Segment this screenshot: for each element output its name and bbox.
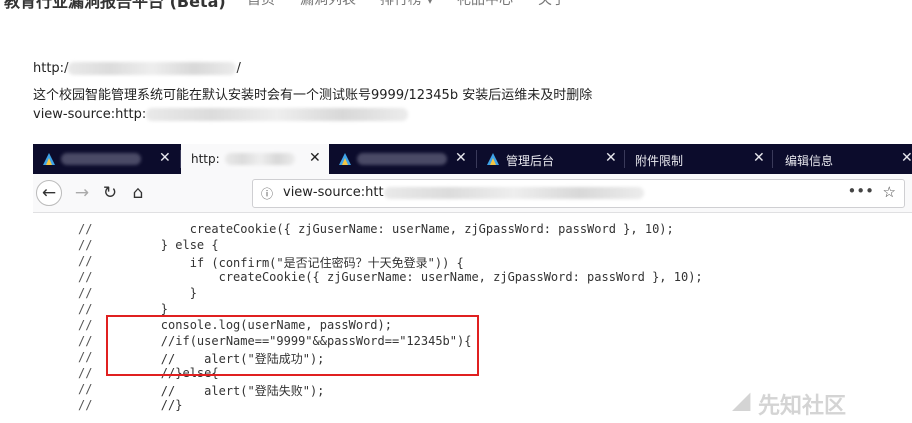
app-logo-icon [42, 152, 56, 169]
tab-2[interactable]: http: ✕ [181, 144, 329, 174]
tab-attachment-limit[interactable]: 附件限制 ✕ [625, 144, 773, 174]
tab-label: 附件限制 [635, 154, 684, 168]
tab-bar: ✕ http: ✕ ✕ 管理后台 ✕ 附件限制 ✕ 编辑信息 ✕ [33, 144, 912, 174]
redacted-blur [61, 153, 141, 165]
tab-edit-info[interactable]: 编辑信息 ✕ [773, 144, 912, 174]
info-icon[interactable]: ⓘ [261, 185, 273, 202]
app-logo-icon [338, 152, 352, 169]
tab-3[interactable]: ✕ [329, 144, 477, 174]
home-icon[interactable]: ⌂ [125, 180, 151, 206]
comment-gutter: // [78, 222, 93, 236]
tab-admin[interactable]: 管理后台 ✕ [477, 144, 625, 174]
browser-toolbar: ← → ↻ ⌂ ⓘ view-source:htt ••• ☆ [33, 174, 912, 213]
page-actions-icon[interactable]: ••• [847, 182, 874, 200]
report-description: 这个校园智能管理系统可能在默认安装时会有一个测试账号9999/12345b 安装… [33, 88, 593, 103]
redacted-blur [68, 62, 237, 75]
url-bar[interactable]: ⓘ view-source:htt ••• ☆ [252, 179, 905, 208]
comment-gutter: // [78, 366, 93, 380]
comment-gutter: // [78, 270, 93, 284]
site-navbar: 教育行业漏洞报告平台 (Beta) 首页 漏洞列表 排行榜 ▾ 礼品中心 关于 [0, 0, 912, 12]
close-icon[interactable]: ✕ [159, 150, 171, 166]
code-text: createCookie({ zjGuserName: userName, zj… [103, 222, 674, 236]
forward-icon[interactable]: → [69, 180, 95, 206]
close-icon[interactable]: ✕ [753, 150, 765, 166]
tab-label: 编辑信息 [785, 154, 834, 168]
nav-ranking[interactable]: 排行榜 ▾ [380, 0, 433, 9]
redacted-blur [383, 186, 644, 199]
comment-gutter: // [78, 334, 93, 348]
tab-1[interactable]: ✕ [33, 144, 181, 174]
report-url-prefix: http:/ [33, 61, 69, 76]
comment-gutter: // [78, 398, 93, 412]
watermark-text: 先知社区 [758, 394, 847, 419]
url-text[interactable]: view-source:htt [283, 185, 644, 200]
watermark-logo-icon: ◢ [732, 386, 751, 414]
red-highlight-box [106, 315, 479, 376]
nav-about[interactable]: 关于 [538, 0, 566, 9]
tab-label: http: [191, 152, 220, 166]
bookmark-star-icon[interactable]: ☆ [883, 183, 896, 201]
browser-screenshot: ✕ http: ✕ ✕ 管理后台 ✕ 附件限制 ✕ 编辑信息 ✕ ← → ↻ ⌂… [33, 144, 912, 423]
close-icon[interactable]: ✕ [901, 150, 912, 166]
report-url-line: http:/ / [33, 61, 241, 76]
code-text: createCookie({ zjGuserName: userName, zj… [103, 270, 703, 284]
tab-label: 管理后台 [506, 154, 555, 168]
report-url-suffix: / [236, 61, 241, 76]
reload-icon[interactable]: ↻ [97, 180, 123, 206]
code-text: } [103, 302, 169, 316]
close-icon[interactable]: ✕ [455, 150, 467, 166]
url-value: view-source:htt [283, 185, 384, 200]
code-text: //} [103, 398, 183, 412]
back-icon[interactable]: ← [36, 180, 62, 206]
redacted-blur [225, 153, 295, 165]
report-source-prefix: view-source:http: [33, 107, 147, 122]
site-brand[interactable]: 教育行业漏洞报告平台 (Beta) [4, 0, 226, 12]
code-text: } else { [103, 238, 219, 252]
code-text: } [103, 286, 197, 300]
comment-gutter: // [78, 286, 93, 300]
comment-gutter: // [78, 318, 93, 332]
comment-gutter: // [78, 350, 93, 364]
report-source-line: view-source:http: [33, 107, 409, 122]
close-icon[interactable]: ✕ [605, 150, 617, 166]
redacted-blur [146, 108, 409, 121]
comment-gutter: // [78, 382, 93, 396]
nav-gifts[interactable]: 礼品中心 [457, 0, 513, 9]
close-icon[interactable]: ✕ [309, 150, 321, 166]
comment-gutter: // [78, 254, 93, 268]
comment-gutter: // [78, 302, 93, 316]
code-text: if (confirm("是否记住密码？十天免登录")) { [103, 256, 464, 270]
code-text: // alert("登陆失败"); [103, 384, 325, 398]
redacted-blur [357, 153, 447, 165]
nav-vuln-list[interactable]: 漏洞列表 [300, 0, 356, 9]
nav-home[interactable]: 首页 [247, 0, 275, 9]
comment-gutter: // [78, 238, 93, 252]
app-logo-icon [486, 152, 500, 169]
